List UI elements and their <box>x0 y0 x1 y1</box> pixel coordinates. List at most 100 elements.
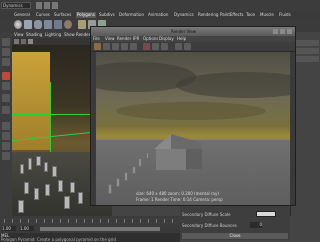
ground-plane-shading <box>12 52 50 150</box>
tombstone <box>52 166 57 177</box>
shelf-tab-bar: General Curves Surfaces Polygons Subdivs… <box>0 11 320 18</box>
close-icon[interactable] <box>287 29 292 34</box>
range-slider[interactable]: 1.00 1.00 <box>0 225 180 233</box>
rgb-channels-icon[interactable] <box>143 43 150 50</box>
camera-icon[interactable] <box>14 39 19 44</box>
time-slider-ticks <box>4 219 174 223</box>
poly-plane-icon[interactable] <box>54 20 62 29</box>
sky-cloud <box>116 102 266 120</box>
snapshot-icon[interactable] <box>112 43 119 50</box>
alpha-channel-icon[interactable] <box>152 43 159 50</box>
tombstone <box>34 188 39 200</box>
wireframe-icon[interactable] <box>21 39 26 44</box>
maximize-icon[interactable] <box>280 29 285 34</box>
menu-ipr[interactable]: IPR <box>133 36 139 41</box>
tombstone <box>108 184 112 194</box>
open-scene-icon[interactable] <box>44 2 50 9</box>
time-slider[interactable] <box>0 216 180 225</box>
select-tool-icon[interactable] <box>2 38 10 46</box>
grid-axis-line <box>50 82 51 162</box>
tombstone <box>58 180 63 192</box>
window-title: Render View <box>171 29 197 34</box>
lasso-tool-icon[interactable] <box>2 48 10 56</box>
help-line: Polygon Pyramid: Create a polygonal pyra… <box>1 237 116 242</box>
menu-options[interactable]: Options <box>143 36 158 41</box>
poly-sphere-icon[interactable] <box>14 20 22 29</box>
menu-file[interactable]: File <box>93 36 100 41</box>
toolbox <box>0 32 12 216</box>
sky-cloud <box>176 72 290 98</box>
menu-view[interactable]: View <box>14 32 24 37</box>
zoom-icon[interactable] <box>161 43 168 50</box>
remove-image-icon[interactable] <box>184 43 191 50</box>
refresh-icon[interactable] <box>130 43 137 50</box>
status-line-icons <box>36 2 286 9</box>
menu-render[interactable]: Render <box>117 36 131 41</box>
attribute-editor: Secondary Diffuse Scale Secondary Diffus… <box>180 206 290 240</box>
channel-field[interactable] <box>293 48 319 54</box>
render-stats-line: Frame: 1 Render Time: 0:14 Camera: persp <box>136 197 223 202</box>
menu-help[interactable]: Help <box>177 36 186 41</box>
tombstone <box>45 184 50 196</box>
window-title-bar[interactable]: Render View <box>91 27 295 36</box>
channel-field[interactable] <box>293 40 319 46</box>
render-view-toolbar <box>91 42 295 52</box>
render-view-window[interactable]: Render View File View Render IPR Options… <box>90 26 296 206</box>
redo-render-icon[interactable] <box>94 43 101 50</box>
tombstone <box>70 182 75 193</box>
secondary-diffuse-bounces-field[interactable]: 0 <box>250 222 262 228</box>
poly-cylinder-icon[interactable] <box>34 20 42 29</box>
tombstone <box>116 178 120 187</box>
new-scene-icon[interactable] <box>36 2 42 9</box>
house-wall-front <box>156 148 186 170</box>
rotate-tool-icon[interactable] <box>2 82 10 90</box>
channel-field[interactable] <box>293 56 319 62</box>
ipr-icon[interactable] <box>121 43 128 50</box>
poly-torus-icon[interactable] <box>64 20 72 29</box>
move-tool-icon[interactable] <box>2 72 10 80</box>
render-image: size: 640 x 480 zoom: 0.300 (mental ray)… <box>96 52 290 205</box>
range-bar[interactable] <box>40 227 160 231</box>
main-menu-bar: Dynamics <box>0 0 320 11</box>
tombstone <box>24 182 29 194</box>
paint-select-icon[interactable] <box>2 58 10 66</box>
range-start-field[interactable]: 1.00 <box>2 226 16 231</box>
grid-axis-line <box>12 114 92 115</box>
secondary-diffuse-scale-swatch[interactable] <box>256 211 276 217</box>
menu-lighting[interactable]: Lighting <box>45 32 61 37</box>
poly-cone-icon[interactable] <box>44 20 52 29</box>
layout-outliner-icon[interactable] <box>2 152 10 160</box>
secondary-diffuse-scale-label: Secondary Diffuse Scale <box>182 212 231 217</box>
render-info-line: size: 640 x 480 zoom: 0.300 (mental ray) <box>136 191 219 196</box>
tombstone <box>146 152 149 159</box>
save-scene-icon[interactable] <box>52 2 58 9</box>
close-button[interactable]: Close <box>182 233 288 239</box>
tombstone <box>28 158 32 170</box>
manipulator-icon[interactable] <box>2 106 10 114</box>
menu-display[interactable]: Display <box>159 36 174 41</box>
poly-cube-icon[interactable] <box>24 20 32 29</box>
secondary-diffuse-bounces-label: Secondary Diffuse Bounces <box>182 223 237 228</box>
scale-tool-icon[interactable] <box>2 94 10 102</box>
tombstone <box>124 172 128 181</box>
range-current-field[interactable]: 1.00 <box>20 226 34 231</box>
keep-image-icon[interactable] <box>175 43 182 50</box>
render-region-icon[interactable] <box>103 43 110 50</box>
layout-four-icon[interactable] <box>2 132 10 140</box>
smooth-shade-icon[interactable] <box>28 39 33 44</box>
tombstone <box>64 196 70 209</box>
tombstone <box>138 158 142 167</box>
tombstone <box>44 162 48 172</box>
layout-single-icon[interactable] <box>2 122 10 130</box>
minimize-icon[interactable] <box>273 29 278 34</box>
command-line[interactable]: MEL Polygon Pyramid: Create a polygonal … <box>0 233 180 242</box>
tombstone <box>18 200 24 213</box>
menu-shading[interactable]: Shading <box>26 32 42 37</box>
tombstone <box>20 164 24 174</box>
menu-set-dropdown[interactable]: Dynamics <box>1 2 31 9</box>
tombstone <box>132 166 136 174</box>
menu-show[interactable]: Show <box>64 32 75 37</box>
menu-view[interactable]: View <box>105 36 115 41</box>
combine-icon[interactable] <box>78 20 86 29</box>
layout-two-icon[interactable] <box>2 142 10 150</box>
